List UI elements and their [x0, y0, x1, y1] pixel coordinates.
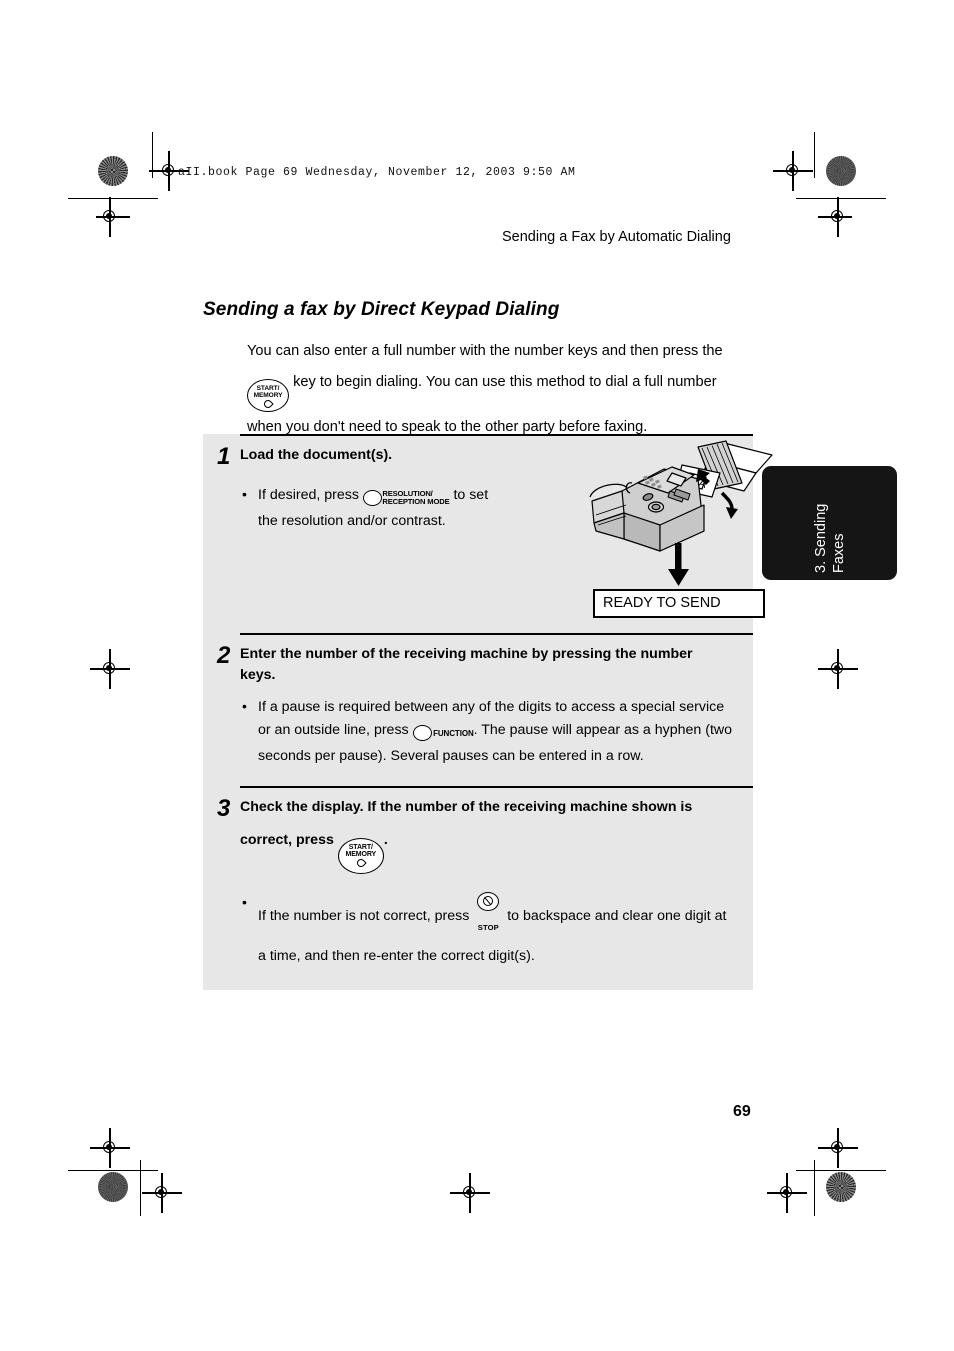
step-3: 3 Check the display. If the number of th…	[203, 786, 753, 990]
halftone-dot-top-right	[826, 156, 856, 186]
registration-target-bottom-center	[450, 1173, 490, 1213]
trim-rule-upper-right-horizontal	[796, 198, 886, 200]
step-3-heading-line2-pre: correct, press	[240, 832, 334, 848]
registration-target-upper-left	[96, 197, 130, 237]
halftone-dot-bottom-right	[826, 1172, 856, 1202]
registration-target-mid-right	[818, 649, 858, 689]
steps-panel: 1 Load the document(s). If desired, pres…	[203, 434, 773, 990]
step-3-bullet-line1-pre: If the number is not correct, press	[258, 907, 470, 924]
registration-target-lower-right	[818, 1128, 858, 1168]
step-3-heading-line2-post: .	[383, 832, 388, 848]
chapter-side-tab-label: 3. Sending Faxes	[812, 473, 848, 573]
oval-key-icon	[412, 725, 432, 742]
function-key-label: FUNCTION	[433, 728, 474, 738]
chapter-side-tab-line2: Faxes	[830, 533, 847, 574]
start-diamond-icon	[355, 857, 367, 869]
step-2-bullet-line2-pre: or an outside line, press	[258, 722, 409, 738]
function-key-icon: FUNCTION	[412, 722, 474, 745]
lcd-display-readout: READY TO SEND	[593, 589, 765, 618]
step-3-bullet-line1: If the number is not correct, press STOP…	[258, 891, 741, 945]
output-curve-arrow-icon	[720, 491, 734, 510]
registration-target-top-right	[773, 151, 813, 191]
intro-line-1: You can also enter a full number with th…	[247, 343, 723, 359]
step-2-heading-line1: Enter the number of the receiving machin…	[240, 646, 693, 662]
stop-key-label: STOP	[477, 922, 499, 932]
step-3-divider	[240, 786, 753, 788]
step-1-heading: Load the document(s).	[240, 447, 393, 463]
step-3-number: 3	[217, 795, 231, 822]
start-memory-key-label-line2: MEMORY	[345, 851, 377, 858]
intro-line-2-text: key to begin dialing. You can use this m…	[293, 374, 717, 390]
step-2-number: 2	[217, 642, 231, 669]
start-diamond-icon	[262, 398, 274, 410]
step-2-bullet-line2-post: . The pause will appear as a hyphen (two	[473, 722, 733, 738]
stop-key-icon: STOP	[473, 891, 503, 945]
halftone-dot-bottom-left	[98, 1172, 128, 1202]
trim-rule-bottom-left-vertical	[140, 1160, 142, 1216]
chapter-side-tab-line1: 3. Sending	[812, 503, 829, 573]
start-memory-key-icon: START/ MEMORY	[337, 837, 384, 874]
step-3-heading-line1: Check the display. If the number of the …	[240, 799, 693, 815]
registration-target-bottom-left	[142, 1173, 182, 1213]
step-1-bullet-1: If desired, press RESOLUTION/RECEPTION M…	[240, 483, 592, 533]
step-2-bullets: If a pause is required between any of th…	[240, 695, 741, 768]
trim-rule-top-right-vertical	[814, 132, 816, 178]
step-2-divider	[240, 633, 753, 635]
step-1-figure: A READY TO SEND	[589, 440, 773, 618]
page-number: 69	[733, 1103, 751, 1120]
intro-line-2: START/ MEMORY key to begin dialing. You …	[247, 367, 747, 413]
step-1-divider	[240, 434, 753, 436]
start-memory-key-label-line1: START/	[256, 384, 280, 392]
trim-rule-bottom-right-vertical	[814, 1160, 816, 1216]
down-arrow-icon	[668, 543, 689, 586]
resolution-key-label-line2: RECEPTION MODE	[382, 497, 450, 507]
chapter-side-tab: 3. Sending Faxes	[762, 466, 897, 580]
step-3-bullet-1: If the number is not correct, press STOP…	[240, 891, 741, 968]
step-3-heading-line2: correct, press START/ MEMORY .	[240, 818, 741, 874]
step-2: 2 Enter the number of the receiving mach…	[203, 633, 753, 786]
intro-paragraph: You can also enter a full number with th…	[247, 336, 747, 443]
step-2-bullet-line3: seconds per pause). Several pauses can b…	[258, 748, 644, 764]
step-1-bullet-line2: the resolution and/or contrast.	[258, 513, 446, 529]
trim-rule-upper-left-horizontal	[68, 198, 158, 200]
registration-target-lower-left	[90, 1128, 130, 1168]
step-3-bullet-line2: a time, and then re-enter the correct di…	[258, 947, 535, 964]
step-1-number: 1	[217, 443, 231, 470]
step-1-bullet-post: to set	[453, 487, 489, 503]
page-title: Sending a fax by Direct Keypad Dialing	[203, 299, 560, 320]
running-head: Sending a Fax by Automatic Dialing	[502, 229, 731, 245]
step-1-bullet-pre: If desired, press	[258, 487, 359, 503]
oval-key-icon	[362, 490, 382, 507]
registration-target-mid-left	[90, 649, 130, 689]
step-2-bullet-line1: If a pause is required between any of th…	[258, 699, 725, 715]
step-2-bullet-line2: or an outside line, press FUNCTION . The…	[258, 719, 741, 745]
registration-target-bottom-right	[767, 1173, 807, 1213]
step-2-heading-line2: keys.	[240, 667, 276, 683]
stop-circle-icon	[477, 891, 500, 911]
step-3-bullets: If the number is not correct, press STOP…	[240, 891, 741, 968]
step-1: 1 Load the document(s). If desired, pres…	[203, 434, 773, 633]
start-memory-key-icon: START/ MEMORY	[247, 379, 289, 413]
start-memory-key-label-line1: START/	[348, 843, 373, 851]
halftone-dot-top-left	[98, 156, 128, 186]
step-1-bullets: If desired, press RESOLUTION/RECEPTION M…	[240, 483, 592, 533]
printed-page: aII.book Page 69 Wednesday, November 12,…	[0, 0, 954, 1351]
step-2-bullet-1: If a pause is required between any of th…	[240, 695, 741, 768]
resolution-reception-mode-key-icon: RESOLUTION/RECEPTION MODE	[362, 487, 450, 510]
file-stamp: aII.book Page 69 Wednesday, November 12,…	[178, 166, 576, 179]
start-memory-key-label-line2: MEMORY	[253, 392, 283, 399]
registration-target-upper-right	[818, 197, 852, 237]
step-3-bullet-line1-post: to backspace and clear one digit at	[507, 907, 727, 924]
